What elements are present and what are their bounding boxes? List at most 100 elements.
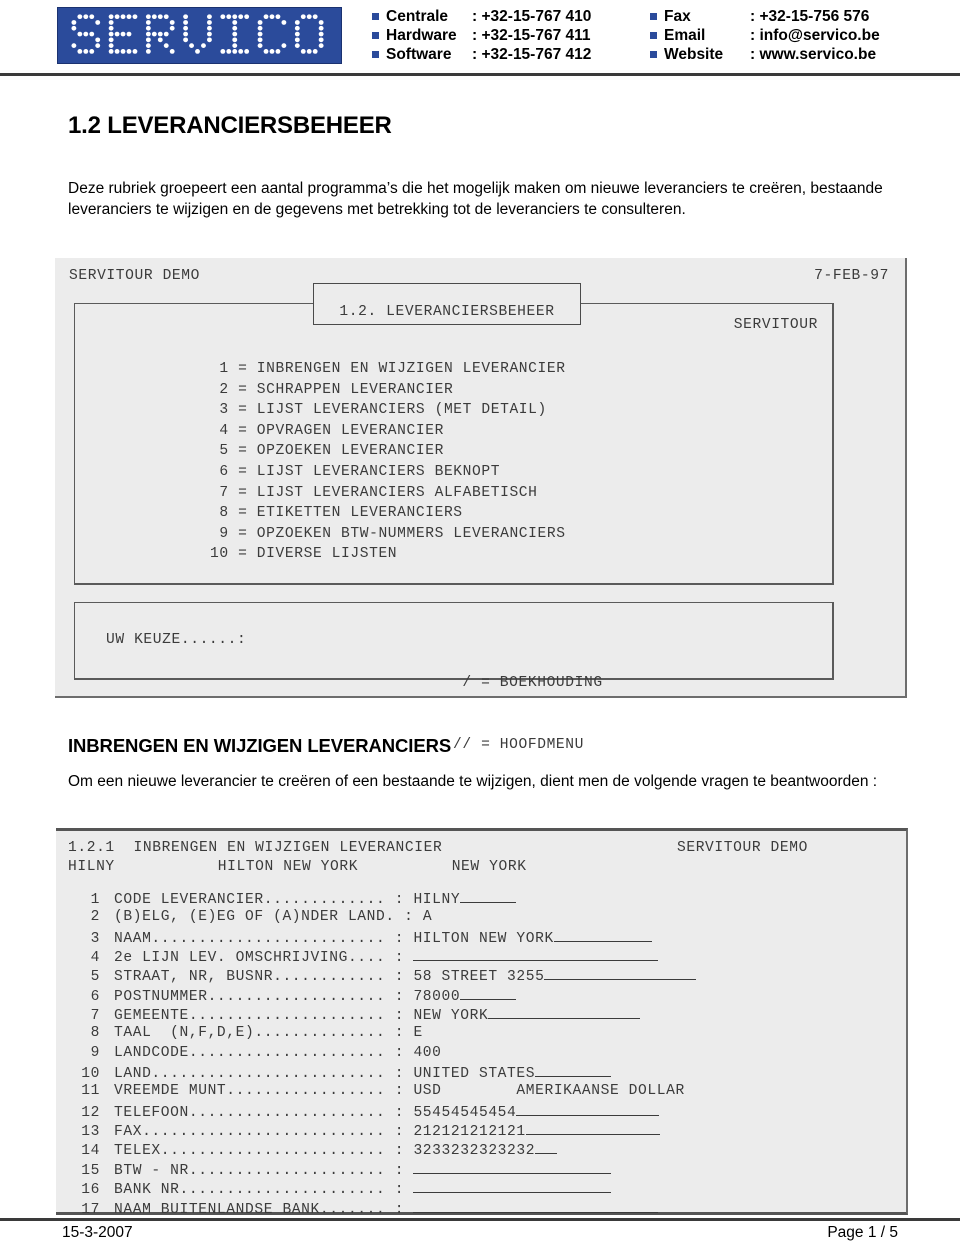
menu-item[interactable]: 2 = SCHRAPPEN LEVERANCIER <box>210 380 566 401</box>
menu-item[interactable]: 10 = DIVERSE LIJSTEN <box>210 544 566 565</box>
form-field-number: 11 <box>81 1083 100 1100</box>
contact-row: Hardware : +32-15-767 411 <box>372 26 650 45</box>
form-field-row[interactable]: 4 2e LIJN LEV. OMSCHRIJVING.... : <box>68 947 898 966</box>
form-field-row[interactable]: 12 TELEFOON..................... : 554545… <box>68 1102 898 1121</box>
section-paragraph: Om een nieuwe leverancier te creëren of … <box>68 773 878 790</box>
form-field-colon: : <box>385 988 414 1005</box>
form-field-row[interactable]: 8 TAAL (N,F,D,E).............. : E <box>68 1024 898 1043</box>
form-field-label: FAX.......................... <box>114 1124 386 1141</box>
form-field-number: 9 <box>90 1044 100 1061</box>
form-field-number: 4 <box>90 950 100 967</box>
form-field-number: 8 <box>90 1025 100 1042</box>
form-field-blank-underline[interactable] <box>525 1121 660 1136</box>
form-field-number: 5 <box>90 969 100 986</box>
form-field-blank-underline[interactable] <box>460 986 517 1000</box>
contact-value: : +32-15-767 412 <box>472 45 592 63</box>
menu-item[interactable]: 4 = OPVRAGEN LEVERANCIER <box>210 421 566 442</box>
contact-value: : +32-15-767 411 <box>472 26 591 44</box>
contact-block: Centrale : +32-15-767 410 Hardware : +32… <box>372 7 952 64</box>
contact-column-left: Centrale : +32-15-767 410 Hardware : +32… <box>372 7 650 64</box>
terminal-top-line: SERVITOUR DEMO 7-FEB-97 <box>69 268 889 284</box>
footer-divider <box>0 1218 960 1221</box>
contact-row: Website : www.servico.be <box>650 45 950 64</box>
form-field-colon: : <box>385 930 414 947</box>
contact-row: Centrale : +32-15-767 410 <box>372 7 650 26</box>
form-field-row[interactable]: 16 BANK NR...................... : <box>68 1179 898 1198</box>
form-field-value[interactable]: E <box>413 1024 422 1043</box>
shortcut-boekhouding[interactable]: / = BOEKHOUDING <box>453 673 603 694</box>
form-field-colon: : <box>385 1201 414 1218</box>
form-field-label: TAAL (N,F,D,E).............. <box>114 1025 386 1042</box>
page-title: 1.2 LEVERANCIERSBEHEER <box>68 112 392 139</box>
form-field-value[interactable]: 400 <box>413 1044 441 1063</box>
form-field-blank-underline[interactable] <box>516 1102 660 1116</box>
form-field-label: TELEX........................ <box>114 1143 386 1160</box>
footer-date: 15-3-2007 <box>62 1224 133 1241</box>
form-field-row[interactable]: 1 CODE LEVERANCIER............. : HILNY <box>68 889 898 908</box>
intro-paragraph: Deze rubriek groepeert een aantal progra… <box>68 180 883 218</box>
bullet-square-icon <box>650 32 657 39</box>
form-field-colon: : <box>394 909 423 926</box>
form-field-row[interactable]: 5 STRAAT, NR, BUSNR............ : 58 STRE… <box>68 966 898 985</box>
form-field-number: 2 <box>90 909 100 926</box>
form-field-value[interactable]: 78000 <box>413 988 460 1007</box>
form-field-number: 15 <box>81 1162 100 1179</box>
contact-value[interactable]: : www.servico.be <box>750 46 876 64</box>
form-field-value[interactable]: A <box>423 908 432 927</box>
menu-item[interactable]: 9 = OPZOEKEN BTW-NUMMERS LEVERANCIERS <box>210 524 566 545</box>
form-field-number: 13 <box>81 1124 100 1141</box>
form-field-value[interactable]: NEW YORK <box>413 1007 488 1026</box>
form-field-row[interactable]: 7 GEMEENTE..................... : NEW YOR… <box>68 1005 898 1024</box>
form-field-blank-underline[interactable] <box>413 1199 659 1213</box>
form-field-label: POSTNUMMER................... <box>114 988 386 1005</box>
contact-value[interactable]: : info@servico.be <box>750 27 880 45</box>
terminal-menu-title-box: 1.2. LEVERANCIERSBEHEER <box>313 283 581 325</box>
form-app-name: SERVITOUR DEMO <box>676 840 808 856</box>
form-field-value[interactable]: USD <box>413 1082 441 1101</box>
form-field-blank-underline[interactable] <box>544 966 697 981</box>
terminal-panel-label: SERVITOUR <box>733 317 818 333</box>
form-field-blank-underline[interactable] <box>460 889 517 903</box>
form-field-row[interactable]: 14 TELEX........................ : 323323… <box>68 1140 898 1159</box>
form-field-row[interactable]: 15 BTW - NR..................... : <box>68 1160 898 1179</box>
menu-item[interactable]: 7 = LIJST LEVERANCIERS ALFABETISCH <box>210 483 566 504</box>
form-field-blank-underline[interactable] <box>488 1005 641 1020</box>
form-field-row[interactable]: 6 POSTNUMMER................... : 78000 <box>68 986 898 1005</box>
form-field-blank-underline[interactable] <box>553 928 652 942</box>
menu-item[interactable]: 5 = OPZOEKEN LEVERANCIER <box>210 441 566 462</box>
menu-item[interactable]: 1 = INBRENGEN EN WIJZIGEN LEVERANCIER <box>210 359 566 380</box>
form-field-value[interactable]: 55454545454 <box>413 1104 516 1123</box>
form-field-row[interactable]: 9 LANDCODE..................... : 400 <box>68 1044 898 1063</box>
form-field-blank-underline[interactable] <box>413 1160 612 1174</box>
contact-value: : +32-15-767 410 <box>472 7 592 25</box>
choice-prompt[interactable]: UW KEUZE......: <box>106 632 246 648</box>
form-field-row[interactable]: 13 FAX.......................... : 212121… <box>68 1121 898 1140</box>
form-field-row[interactable]: 17 NAAM BUITENLANDSE BANK....... : <box>68 1199 898 1218</box>
form-field-label: LANDCODE..................... <box>114 1044 386 1061</box>
form-field-blank-underline[interactable] <box>413 1179 612 1194</box>
shortcut-hoofdmenu[interactable]: // = HOOFDMENU <box>453 735 603 756</box>
form-field-label: BTW - NR..................... <box>114 1162 386 1179</box>
form-field-row[interactable]: 3 NAAM......................... : HILTON … <box>68 928 898 947</box>
menu-item[interactable]: 6 = LIJST LEVERANCIERS BEKNOPT <box>210 462 566 483</box>
contact-label: Fax <box>664 7 691 25</box>
contact-label: Website <box>664 45 724 63</box>
form-field-blank-underline[interactable] <box>535 1063 612 1078</box>
bullet-square-icon <box>372 32 379 39</box>
form-field-row[interactable]: 2 (B)ELG, (E)EG OF (A)NDER LAND. : A <box>68 908 898 927</box>
form-field-label: 2e LIJN LEV. OMSCHRIJVING.... <box>114 950 386 967</box>
form-field-label: NAAM......................... <box>114 930 386 947</box>
terminal-screenshot-form: 1.2.1 INBRENGEN EN WIJZIGEN LEVERANCIER … <box>56 828 908 1218</box>
form-field-value[interactable]: 212121212121 <box>413 1123 525 1142</box>
menu-item[interactable]: 8 = ETIKETTEN LEVERANCIERS <box>210 503 566 524</box>
form-field-row[interactable]: 10 LAND......................... : UNITED… <box>68 1063 898 1082</box>
form-field-colon: : <box>385 1182 414 1199</box>
contact-column-right: Fax : +32-15-756 576 Email : info@servic… <box>650 7 950 64</box>
terminal-menu-title: 1.2. LEVERANCIERSBEHEER <box>339 304 555 320</box>
form-field-blank-underline[interactable] <box>413 947 659 962</box>
bullet-square-icon <box>372 13 379 20</box>
form-field-blank-underline[interactable] <box>535 1140 558 1155</box>
form-field-row[interactable]: 11 VREEMDE MUNT................. : USD AM… <box>68 1082 898 1101</box>
menu-item[interactable]: 3 = LIJST LEVERANCIERS (MET DETAIL) <box>210 400 566 421</box>
bullet-square-icon <box>372 51 379 58</box>
